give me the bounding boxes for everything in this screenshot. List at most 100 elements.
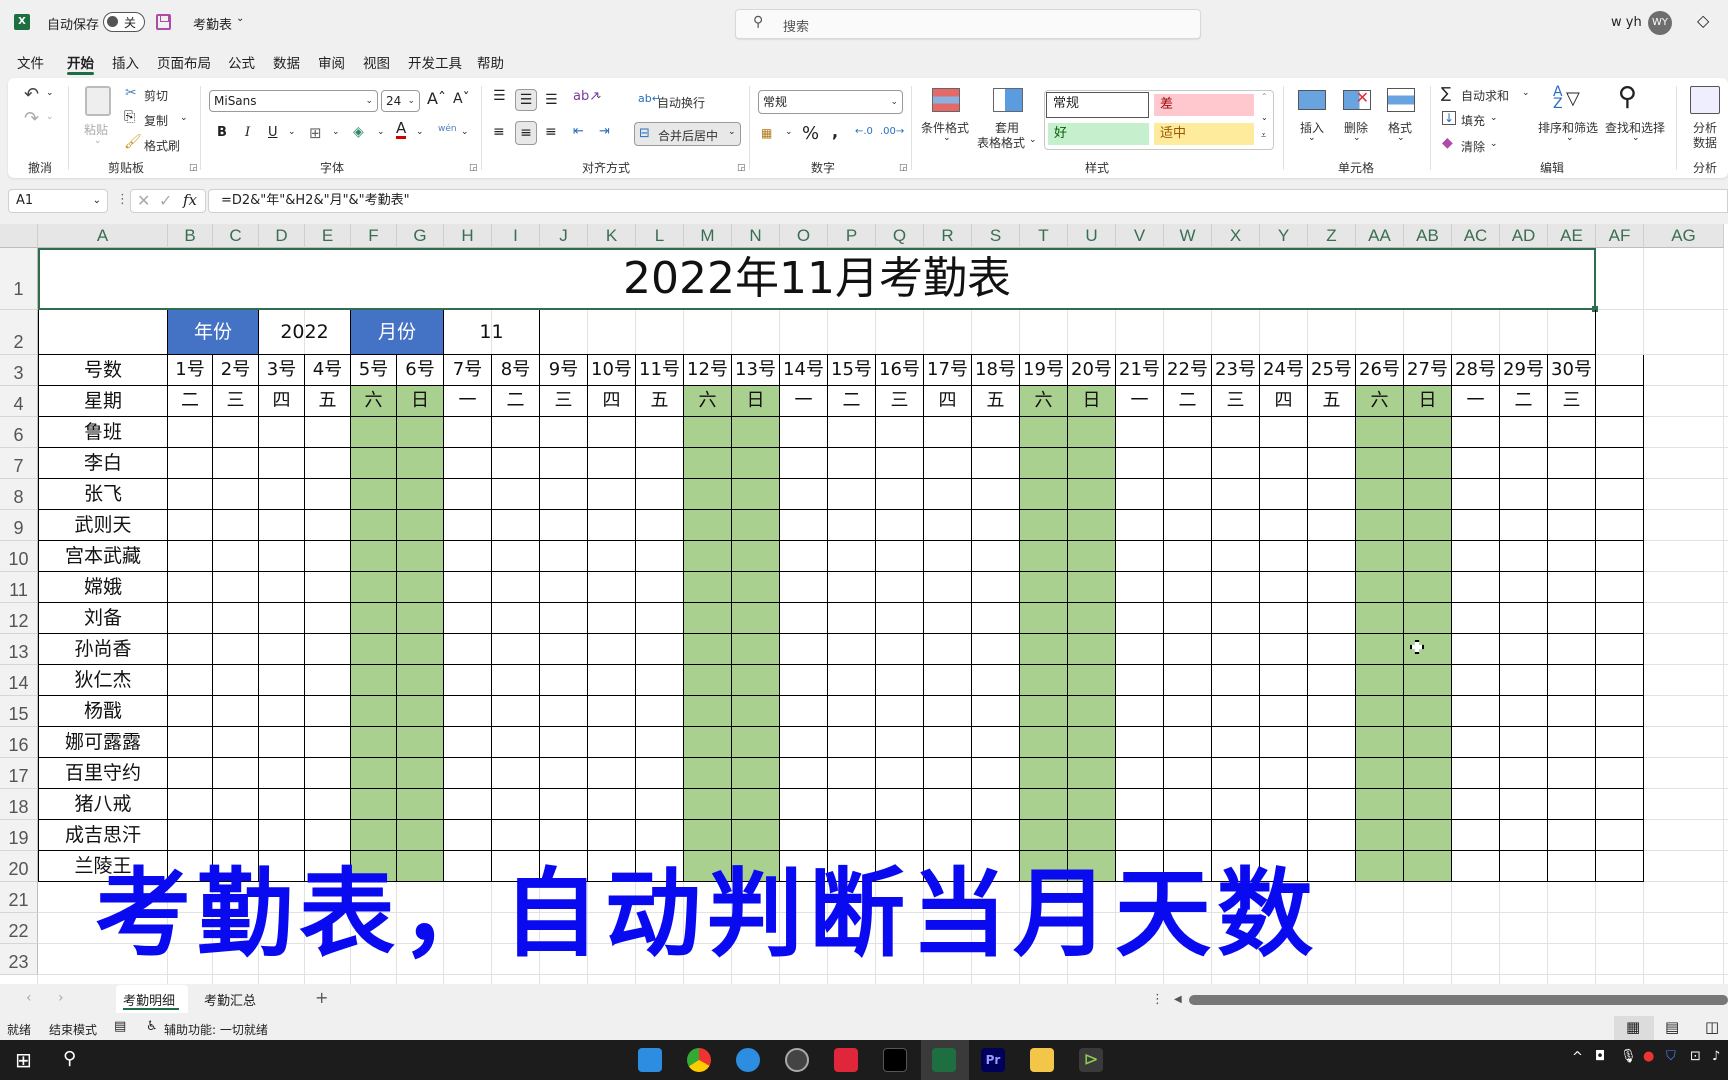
attendance-cell[interactable] bbox=[636, 417, 684, 448]
attendance-cell[interactable] bbox=[972, 541, 1020, 572]
row-header-14[interactable]: 14 bbox=[0, 665, 38, 696]
chevron-down-icon[interactable]: ⌄ bbox=[1490, 113, 1498, 123]
row-header-13[interactable]: 13 bbox=[0, 634, 38, 665]
attendance-cell[interactable] bbox=[876, 541, 924, 572]
attendance-cell[interactable] bbox=[540, 572, 588, 603]
attendance-cell[interactable] bbox=[1260, 479, 1308, 510]
tray-microphone-icon[interactable]: 🎙 bbox=[1620, 1049, 1637, 1064]
attendance-cell[interactable] bbox=[213, 510, 259, 541]
attendance-cell[interactable] bbox=[684, 417, 732, 448]
column-header-H[interactable]: H bbox=[444, 224, 492, 248]
attendance-cell[interactable] bbox=[684, 789, 732, 820]
title-cell[interactable]: 2022年11月考勤表 bbox=[38, 248, 1596, 310]
attendance-cell[interactable] bbox=[588, 510, 636, 541]
attendance-cell[interactable] bbox=[397, 479, 444, 510]
fill-icon[interactable]: ↓ bbox=[1442, 111, 1456, 125]
autosum-button[interactable]: 自动求和 bbox=[1461, 87, 1509, 104]
attendance-cell[interactable] bbox=[924, 603, 972, 634]
tab-data[interactable]: 数据 bbox=[273, 52, 300, 72]
year-value-cell[interactable]: 2022 bbox=[259, 310, 351, 355]
attendance-cell[interactable] bbox=[305, 510, 351, 541]
decrease-font-size-icon[interactable]: Aˇ bbox=[453, 91, 470, 107]
attendance-cell[interactable] bbox=[780, 696, 828, 727]
format-cells-icon[interactable] bbox=[1387, 88, 1415, 112]
attendance-cell[interactable] bbox=[972, 603, 1020, 634]
attendance-cell[interactable] bbox=[1020, 789, 1068, 820]
attendance-cell[interactable] bbox=[1116, 479, 1164, 510]
redo-icon[interactable]: ↷ bbox=[24, 108, 39, 129]
attendance-cell[interactable] bbox=[588, 572, 636, 603]
attendance-cell[interactable] bbox=[1596, 417, 1644, 448]
more-options-icon[interactable]: ⋮ bbox=[116, 192, 129, 207]
weekday-cell[interactable]: 三 bbox=[1548, 386, 1596, 417]
attendance-cell[interactable] bbox=[444, 696, 492, 727]
tab-developer[interactable]: 开发工具 bbox=[408, 52, 462, 72]
attendance-cell[interactable] bbox=[1308, 727, 1356, 758]
attendance-cell[interactable] bbox=[972, 634, 1020, 665]
attendance-cell[interactable] bbox=[1404, 572, 1452, 603]
chevron-down-icon[interactable]: ⌄ bbox=[1308, 133, 1316, 143]
format-as-table-icon[interactable] bbox=[993, 88, 1023, 112]
redo-dropdown-icon[interactable]: ⌄ bbox=[46, 112, 54, 122]
attendance-cell[interactable] bbox=[1068, 510, 1116, 541]
cut-icon[interactable]: ✂ bbox=[125, 85, 137, 101]
tray-volume-icon[interactable]: ♪ bbox=[1712, 1049, 1720, 1064]
attendance-cell[interactable] bbox=[168, 448, 213, 479]
attendance-cell[interactable] bbox=[259, 479, 305, 510]
obs-icon[interactable] bbox=[785, 1048, 809, 1072]
attendance-cell[interactable] bbox=[1116, 603, 1164, 634]
attendance-cell[interactable] bbox=[397, 665, 444, 696]
weekday-cell[interactable]: 二 bbox=[828, 386, 876, 417]
merge-center-button[interactable]: ⊟ 合并后居中 ⌄ bbox=[634, 122, 741, 146]
attendance-cell[interactable] bbox=[1548, 665, 1596, 696]
attendance-cell[interactable] bbox=[168, 665, 213, 696]
attendance-cell[interactable] bbox=[1212, 696, 1260, 727]
attendance-cell[interactable] bbox=[397, 634, 444, 665]
attendance-cell[interactable] bbox=[444, 572, 492, 603]
attendance-cell[interactable] bbox=[972, 417, 1020, 448]
attendance-cell[interactable] bbox=[1404, 727, 1452, 758]
attendance-cell[interactable] bbox=[828, 603, 876, 634]
chevron-down-icon[interactable]: ⌄ bbox=[1397, 133, 1405, 143]
accessibility-icon[interactable]: ♿ bbox=[146, 1019, 158, 1034]
spreadsheet-grid[interactable]: A B C D E F G H I J K L M N O P Q R S T U V W X Y Z AA AB AC AD AE AF AG… bbox=[0, 224, 1728, 984]
attendance-cell[interactable] bbox=[1308, 603, 1356, 634]
macro-record-icon[interactable]: ▤ bbox=[114, 1019, 126, 1034]
day-cell[interactable]: 19号 bbox=[1020, 355, 1068, 386]
column-header-L[interactable]: L bbox=[636, 224, 684, 248]
attendance-cell[interactable] bbox=[1356, 572, 1404, 603]
row-header-1[interactable]: 1 bbox=[0, 248, 38, 310]
day-cell[interactable]: 24号 bbox=[1260, 355, 1308, 386]
attendance-cell[interactable] bbox=[780, 479, 828, 510]
column-header-AA[interactable]: AA bbox=[1356, 224, 1404, 248]
attendance-cell[interactable] bbox=[1068, 479, 1116, 510]
attendance-cell[interactable] bbox=[492, 758, 540, 789]
attendance-cell[interactable] bbox=[1452, 479, 1500, 510]
attendance-cell[interactable] bbox=[876, 634, 924, 665]
attendance-cell[interactable] bbox=[444, 541, 492, 572]
attendance-cell[interactable] bbox=[1404, 448, 1452, 479]
attendance-cell[interactable] bbox=[636, 665, 684, 696]
orientation-dropdown-icon[interactable]: ⌄ bbox=[595, 91, 603, 101]
attendance-cell[interactable] bbox=[168, 696, 213, 727]
tray-network-icon[interactable]: ⊡ bbox=[1690, 1049, 1701, 1064]
attendance-cell[interactable] bbox=[732, 448, 780, 479]
weekday-cell[interactable]: 三 bbox=[540, 386, 588, 417]
chevron-down-icon[interactable]: ⌄ bbox=[1566, 133, 1574, 143]
attendance-cell[interactable] bbox=[1308, 417, 1356, 448]
weekday-cell[interactable]: 二 bbox=[1164, 386, 1212, 417]
phonetic-icon[interactable]: wén bbox=[438, 124, 457, 134]
attendance-cell[interactable] bbox=[259, 603, 305, 634]
row-header-2[interactable]: 2 bbox=[0, 310, 38, 355]
attendance-cell[interactable] bbox=[1068, 665, 1116, 696]
attendance-cell[interactable] bbox=[305, 758, 351, 789]
attendance-cell[interactable] bbox=[1548, 727, 1596, 758]
weekday-cell[interactable]: 三 bbox=[213, 386, 259, 417]
search-icon[interactable]: ⚲ bbox=[63, 1048, 76, 1069]
attendance-cell[interactable] bbox=[1308, 696, 1356, 727]
attendance-cell[interactable] bbox=[540, 603, 588, 634]
style-neutral[interactable]: 适中 bbox=[1154, 123, 1254, 145]
underline-dropdown-icon[interactable]: ⌄ bbox=[288, 127, 296, 137]
tray-security-icon[interactable]: ⛉ bbox=[1666, 1049, 1676, 1064]
attendance-cell[interactable] bbox=[1404, 696, 1452, 727]
